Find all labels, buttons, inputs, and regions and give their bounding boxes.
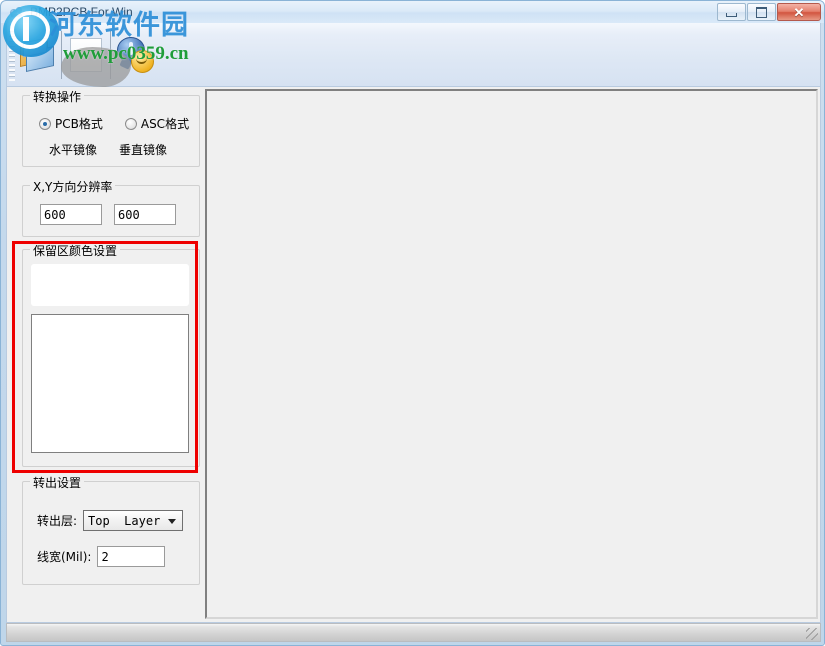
minimize-icon — [726, 12, 737, 17]
color-preview-panel[interactable] — [31, 264, 189, 306]
radio-pcb-format[interactable]: PCB格式 — [39, 115, 103, 132]
resolution-inputs — [40, 204, 176, 225]
toolbar-button-open[interactable] — [15, 29, 59, 81]
group-conversion-operation: 转换操作 PCB格式 ASC格式 水平镜像 垂直镜像 — [22, 88, 200, 167]
toolbar-separator — [61, 30, 62, 79]
format-radio-group: PCB格式 ASC格式 — [39, 115, 189, 132]
chevron-down-icon — [168, 519, 177, 524]
open-file-icon — [18, 36, 56, 72]
radio-indicator-asc — [124, 117, 137, 130]
close-button[interactable]: ✕ — [777, 3, 821, 21]
export-layer-value: Top Layer — [88, 513, 161, 528]
toolbar — [6, 23, 821, 87]
radio-asc-label: ASC格式 — [140, 117, 190, 131]
export-layer-row: 转出层: Top Layer — [37, 510, 184, 531]
radio-indicator-pcb — [39, 117, 51, 130]
status-bar — [6, 623, 821, 642]
export-layer-label: 转出层: — [37, 514, 78, 528]
maximize-button[interactable] — [747, 3, 776, 21]
group-export-settings: 转出设置 转出层: Top Layer 线宽(Mil): — [22, 474, 200, 585]
color-list-box[interactable] — [31, 314, 189, 453]
application-window: BMP2PCB For Win ✕ 河东软件园 www.pc0359.cn 转换… — [0, 0, 825, 646]
group-resolution-title: X,Y方向分辨率 — [30, 178, 116, 195]
title-bar-left: BMP2PCB For Win — [9, 4, 133, 20]
radio-pcb-label: PCB格式 — [55, 117, 103, 131]
blank-page-icon — [70, 37, 102, 72]
group-resolution: X,Y方向分辨率 — [22, 178, 200, 237]
toolbar-separator — [110, 30, 111, 79]
window-title: BMP2PCB For Win — [30, 5, 133, 19]
client-area: 转换操作 PCB格式 ASC格式 水平镜像 垂直镜像 X,Y方向分辨率 600 … — [6, 87, 821, 623]
group-reserve-color-title: 保留区颜色设置 — [30, 242, 121, 259]
maximize-icon — [756, 6, 767, 18]
preview-canvas-panel[interactable] — [205, 89, 818, 619]
group-conversion-title: 转换操作 — [30, 88, 85, 105]
title-bar: BMP2PCB For Win ✕ — [1, 1, 824, 23]
group-export-title: 转出设置 — [30, 474, 85, 491]
window-controls: ✕ — [717, 3, 821, 21]
radio-asc-format[interactable]: ASC格式 — [124, 115, 190, 132]
line-width-row: 线宽(Mil): — [37, 546, 166, 567]
resolution-x-input[interactable] — [40, 204, 102, 225]
app-pcb-icon — [9, 4, 25, 20]
close-icon: ✕ — [793, 4, 805, 20]
settings-column: 转换操作 PCB格式 ASC格式 水平镜像 垂直镜像 X,Y方向分辨率 600 … — [7, 87, 203, 621]
toolbar-button-chat[interactable] — [113, 29, 157, 81]
toolbar-button-page[interactable] — [64, 29, 108, 81]
line-width-input[interactable] — [97, 546, 166, 567]
group-reserve-color-settings: 保留区颜色设置 — [22, 242, 200, 467]
horizontal-mirror-button[interactable]: 水平镜像 — [49, 141, 97, 158]
resolution-y-input[interactable] — [114, 204, 176, 225]
mirror-button-row: 水平镜像 垂直镜像 — [49, 141, 167, 158]
minimize-button[interactable] — [717, 3, 746, 21]
export-layer-dropdown[interactable]: Top Layer — [83, 510, 184, 531]
line-width-label: 线宽(Mil): — [37, 550, 92, 564]
vertical-mirror-button[interactable]: 垂直镜像 — [119, 141, 167, 158]
chat-smiley-icon — [116, 36, 154, 73]
resize-grip-icon[interactable] — [806, 628, 818, 640]
